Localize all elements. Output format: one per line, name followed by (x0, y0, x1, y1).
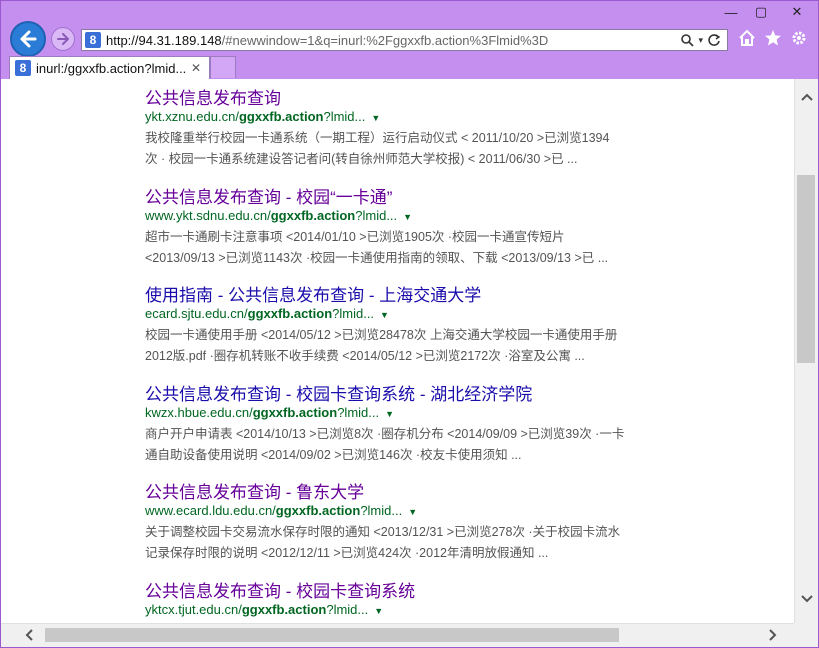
browser-window: — ▢ ✕ 8 http://94.31.189.148/#newwindow=… (0, 0, 819, 648)
search-result: 公共信息发布查询 - 校园卡查询系统 - 湖北经济学院 kwzx.hbue.edu… (145, 385, 665, 484)
result-snippet-line: 校园一卡通使用手册 <2014/05/12 >已浏览28478次 上海交通大学校… (145, 328, 618, 342)
result-snippet: 校园一卡通使用手册 <2014/05/12 >已浏览28478次 上海交通大学校… (145, 325, 665, 367)
result-snippet-line: 次 · 校园一卡通系统建设答记者问(转自徐州师范大学校报) < 2011/06/… (145, 152, 578, 166)
result-url-domain: ecard.sjtu.edu.cn/ (145, 306, 248, 321)
address-bar-icons: ▾ (680, 33, 721, 47)
result-options-chevron-icon[interactable]: ▼ (380, 310, 389, 320)
result-url-domain: www.ecard.ldu.edu.cn/ (145, 503, 276, 518)
dropdown-chevron-icon[interactable]: ▾ (698, 35, 703, 46)
result-title-link[interactable]: 公共信息发布查询 - 校园卡查询系统 (145, 582, 665, 602)
result-url: ykt.xznu.edu.cn/ggxxfb.action?lmid... ▼ (145, 109, 665, 126)
url-text[interactable]: http://94.31.189.148/#newwindow=1&q=inur… (106, 33, 680, 48)
result-options-chevron-icon[interactable]: ▼ (371, 113, 380, 123)
page-content: 公共信息发布查询 ykt.xznu.edu.cn/ggxxfb.action?lm… (1, 79, 794, 624)
url-host: http://94.31.189.148 (106, 32, 222, 48)
minimize-button[interactable]: — (716, 1, 746, 23)
url-path: /#newwindow=1&q=inurl:%2Fggxxfb.action%3… (221, 32, 549, 48)
result-snippet: 关于调整校园卡交易流水保存时限的通知 <2013/12/31 >已浏览278次 … (145, 522, 665, 564)
vertical-scrollbar[interactable] (794, 79, 818, 624)
forward-arrow-icon (57, 33, 69, 45)
result-snippet: 我校隆重举行校园一卡通系统（一期工程）运行启动仪式 < 2011/10/20 >… (145, 128, 665, 170)
result-url-keyword: ggxxfb.action (247, 306, 333, 321)
result-snippet-line: 通自助设备使用说明 <2014/09/02 >已浏览146次 ·校友卡使用须知 … (145, 447, 522, 462)
result-title-link[interactable]: 公共信息发布查询 - 校园卡查询系统 - 湖北经济学院 (145, 385, 665, 405)
result-options-chevron-icon[interactable]: ▼ (374, 606, 383, 616)
browser-chrome: — ▢ ✕ 8 http://94.31.189.148/#newwindow=… (1, 1, 818, 79)
search-results: 公共信息发布查询 ykt.xznu.edu.cn/ggxxfb.action?lm… (145, 89, 665, 624)
result-url: yktcx.tjut.edu.cn/ggxxfb.action?lmid... ▼ (145, 602, 665, 619)
favorites-star-icon[interactable] (764, 29, 782, 47)
search-icon[interactable] (680, 33, 695, 47)
result-url-suffix: ?lmid... (326, 601, 369, 617)
result-title-link[interactable]: 公共信息发布查询 - 校园“一卡通” (145, 188, 665, 208)
search-result: 公共信息发布查询 - 鲁东大学 www.ecard.ldu.edu.cn/ggxx… (145, 483, 665, 582)
vertical-scroll-thumb[interactable] (797, 175, 815, 363)
refresh-icon[interactable] (707, 33, 721, 47)
result-url-suffix: ?lmid... (355, 207, 398, 223)
scrollbar-corner (794, 623, 818, 647)
address-bar[interactable]: 8 http://94.31.189.148/#newwindow=1&q=in… (81, 29, 728, 51)
search-result: 使用指南 - 公共信息发布查询 - 上海交通大学 ecard.sjtu.edu.c… (145, 286, 665, 385)
result-url-domain: yktcx.tjut.edu.cn/ (145, 601, 242, 617)
result-url-domain: www.ykt.sdnu.edu.cn/ (145, 207, 271, 223)
result-title-link[interactable]: 公共信息发布查询 (145, 89, 665, 109)
result-url: ecard.sjtu.edu.cn/ggxxfb.action?lmid... ▼ (145, 306, 665, 323)
result-url-keyword: ggxxfb.action (238, 109, 324, 124)
result-url-keyword: ggxxfb.action (270, 207, 356, 223)
tab-title: inurl:/ggxxfb.action?lmid... (36, 60, 187, 76)
result-url-domain: kwzx.hbue.edu.cn/ (145, 404, 253, 420)
result-title-link[interactable]: 使用指南 - 公共信息发布查询 - 上海交通大学 (145, 286, 665, 306)
window-controls: — ▢ ✕ (716, 1, 818, 25)
back-button[interactable] (10, 21, 46, 57)
search-result: 公共信息发布查询 - 校园卡查询系统 yktcx.tjut.edu.cn/ggxx… (145, 582, 665, 625)
result-url-suffix: ?lmid... (323, 109, 366, 124)
result-url: kwzx.hbue.edu.cn/ggxxfb.action?lmid... ▼ (145, 405, 665, 422)
new-tab-button[interactable] (210, 56, 236, 78)
result-options-chevron-icon[interactable]: ▼ (403, 212, 412, 222)
result-snippet-line: 我校隆重举行校园一卡通系统（一期工程）运行启动仪式 < 2011/10/20 >… (145, 131, 610, 145)
forward-button[interactable] (51, 27, 75, 51)
result-url-keyword: ggxxfb.action (241, 601, 327, 617)
result-snippet-line: 商户开户申请表 <2014/10/13 >已浏览8次 ·圈存机分布 <2014/… (145, 426, 625, 441)
close-button[interactable]: ✕ (776, 1, 818, 23)
result-url-keyword: ggxxfb.action (252, 404, 338, 420)
horizontal-scrollbar[interactable] (1, 623, 818, 647)
scroll-down-icon[interactable] (795, 589, 818, 609)
tab-favicon-icon: 8 (15, 60, 31, 76)
result-snippet-line: 2012版.pdf ·圈存机转账不收手续费 <2014/05/12 >已浏览21… (145, 349, 585, 363)
result-url-keyword: ggxxfb.action (275, 503, 361, 518)
toolbar-right-icons (738, 29, 808, 47)
tab-active[interactable]: 8 inurl:/ggxxfb.action?lmid... ✕ (9, 56, 210, 79)
result-title-link[interactable]: 公共信息发布查询 - 鲁东大学 (145, 483, 665, 503)
maximize-button[interactable]: ▢ (746, 1, 776, 23)
site-favicon-icon: 8 (85, 32, 101, 48)
search-result: 公共信息发布查询 ykt.xznu.edu.cn/ggxxfb.action?lm… (145, 89, 665, 188)
result-url-suffix: ?lmid... (360, 503, 403, 518)
scroll-up-icon[interactable] (795, 87, 818, 107)
result-options-chevron-icon[interactable]: ▼ (408, 507, 417, 517)
result-snippet-line: 超市一卡通刷卡注意事项 <2014/01/10 >已浏览1905次 ·校园一卡通… (145, 229, 565, 244)
result-url: www.ecard.ldu.edu.cn/ggxxfb.action?lmid.… (145, 503, 665, 520)
result-snippet-line: <2013/09/13 >已浏览1143次 ·校园一卡通使用指南的领取、下载 <… (145, 250, 609, 265)
result-snippet-line: 关于调整校园卡交易流水保存时限的通知 <2013/12/31 >已浏览278次 … (145, 525, 621, 539)
result-snippet: 超市一卡通刷卡注意事项 <2014/01/10 >已浏览1905次 ·校园一卡通… (145, 227, 665, 269)
horizontal-scroll-thumb[interactable] (45, 628, 619, 642)
search-result: 公共信息发布查询 - 校园“一卡通” www.ykt.sdnu.edu.cn/gg… (145, 188, 665, 287)
result-url: www.ykt.sdnu.edu.cn/ggxxfb.action?lmid..… (145, 208, 665, 225)
tab-close-icon[interactable]: ✕ (188, 61, 204, 75)
result-snippet: 商户开户申请表 <2014/10/13 >已浏览8次 ·圈存机分布 <2014/… (145, 424, 665, 466)
scroll-left-icon[interactable] (19, 624, 39, 646)
result-url-suffix: ?lmid... (332, 306, 375, 321)
result-snippet-line: 记录保存时限的说明 <2012/12/11 >已浏览424次 ·2012年清明放… (145, 546, 549, 560)
result-url-suffix: ?lmid... (337, 404, 380, 420)
result-options-chevron-icon[interactable]: ▼ (385, 409, 394, 419)
result-url-domain: ykt.xznu.edu.cn/ (145, 109, 239, 124)
back-arrow-icon (20, 30, 37, 48)
home-icon[interactable] (738, 29, 756, 47)
scroll-right-icon[interactable] (763, 624, 783, 646)
settings-gear-icon[interactable] (790, 29, 808, 47)
